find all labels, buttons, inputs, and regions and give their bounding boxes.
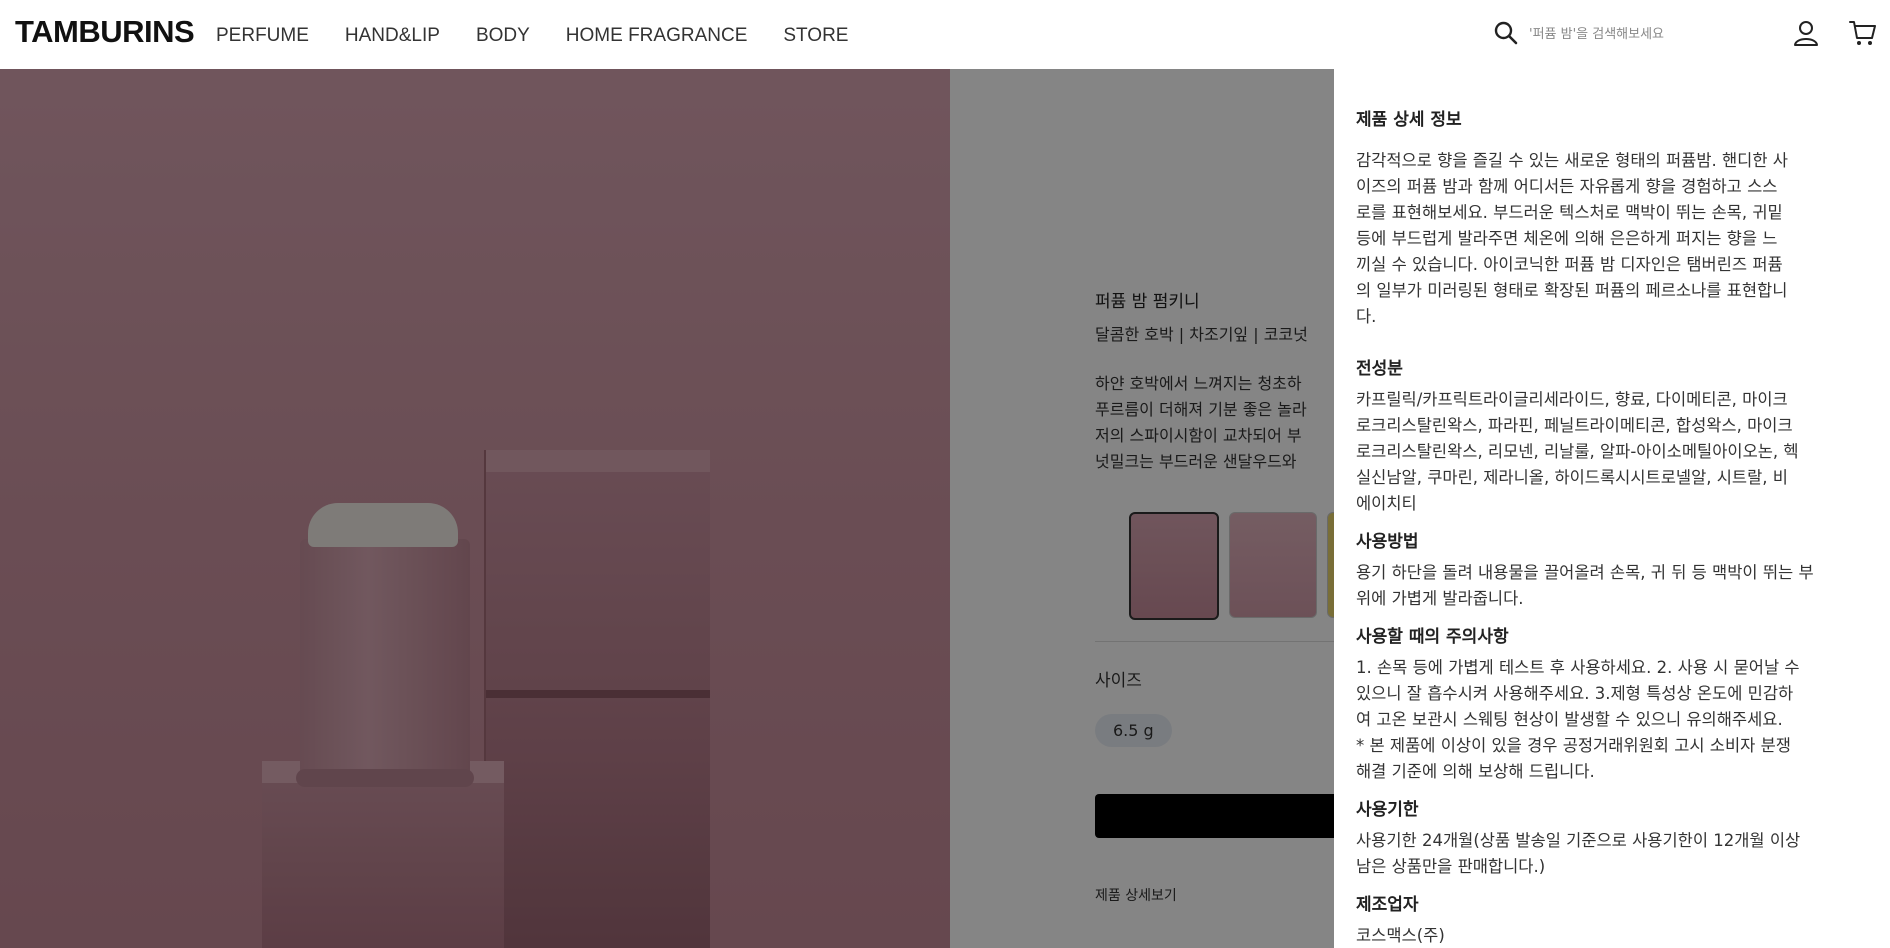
cautions-line: * 본 제품에 이상이 있을 경우 공정거래위원회 고시 소비자 분쟁 <box>1356 736 1791 755</box>
nav-item-perfume[interactable]: PERFUME <box>216 25 309 47</box>
details-line: 감각적으로 향을 즐길 수 있는 새로운 형태의 퍼퓸밤. 핸디한 사 <box>1356 151 1788 170</box>
ingredients-line: 로크리스탈린왁스, 파라핀, 페닐트라이메티콘, 합성왁스, 마이크 <box>1356 416 1793 435</box>
section-title-details: 제품 상세 정보 <box>1356 110 1462 130</box>
cart-icon[interactable] <box>1849 19 1877 47</box>
details-line: 의 일부가 미러링된 형태로 확장된 퍼퓸의 페르소나를 표현합니 <box>1356 281 1788 300</box>
cautions-line: 여 고온 보관시 스웨팅 현상이 발생할 수 있으니 유의해주세요. <box>1356 710 1783 729</box>
ingredients-line: 실신남알, 쿠마린, 제라니올, 하이드록시시트로넬알, 시트랄, 비 <box>1356 468 1788 487</box>
cautions-line: 있으니 잘 흡수시켜 사용해주세요. 3.제형 특성상 온도에 민감하 <box>1356 684 1794 703</box>
details-line: 등에 부드럽게 발라주면 체온에 의해 은은하게 퍼지는 향을 느 <box>1356 229 1778 248</box>
drawer-content: 제품 상세 정보 감각적으로 향을 즐길 수 있는 새로운 형태의 퍼퓸밤. 핸… <box>1356 105 1856 948</box>
expiry-line: 사용기한 24개월(상품 발송일 기준으로 사용기한이 12개월 이상 <box>1356 831 1801 850</box>
expiry-line: 남은 상품만을 판매합니다.) <box>1356 857 1546 876</box>
nav-item-home-fragrance[interactable]: HOME FRAGRANCE <box>566 25 748 47</box>
user-icon[interactable] <box>1793 19 1819 47</box>
search-input[interactable] <box>1527 20 1761 48</box>
nav-item-body[interactable]: BODY <box>476 25 530 47</box>
nav-item-store[interactable]: STORE <box>783 25 848 47</box>
usage-line: 위에 가볍게 발라줍니다. <box>1356 589 1524 608</box>
cautions-line: 해결 기준에 의해 보상해 드립니다. <box>1356 762 1595 781</box>
usage-line: 용기 하단을 돌려 내용물을 끌어올려 손목, 귀 뒤 등 맥박이 뛰는 부 <box>1356 563 1814 582</box>
details-line: 이즈의 퍼퓸 밤과 함께 어디서든 자유롭게 향을 경험하고 스스 <box>1356 177 1778 196</box>
details-line: 끼실 수 있습니다. 아이코닉한 퍼퓸 밤 디자인은 탬버린즈 퍼퓸 <box>1356 255 1783 274</box>
site-header: TAMBURINS PERFUME HAND&LIP BODY HOME FRA… <box>0 0 1890 69</box>
main-nav: PERFUME HAND&LIP BODY HOME FRAGRANCE STO… <box>216 25 848 47</box>
brand-logo[interactable]: TAMBURINS <box>15 14 195 50</box>
ingredients-line: 카프릴릭/카프릭트라이글리세라이드, 향료, 다이메티콘, 마이크 <box>1356 390 1788 409</box>
product-detail-drawer: 제품 상세 정보 감각적으로 향을 즐길 수 있는 새로운 형태의 퍼퓸밤. 핸… <box>1334 69 1890 948</box>
section-title-expiry: 사용기한 <box>1356 800 1419 820</box>
details-line: 로를 표현해보세요. 부드러운 텍스처로 맥박이 뛰는 손목, 귀밑 <box>1356 203 1783 222</box>
nav-item-hand-lip[interactable]: HAND&LIP <box>345 25 440 47</box>
details-line: 다. <box>1356 307 1377 326</box>
section-title-manufacturer: 제조업자 <box>1356 895 1419 915</box>
ingredients-line: 에이치티 <box>1356 494 1417 513</box>
search-icon[interactable] <box>1493 20 1519 46</box>
section-title-cautions: 사용할 때의 주의사항 <box>1356 627 1509 647</box>
section-title-ingredients: 전성분 <box>1356 359 1403 379</box>
manufacturer-line: 코스맥스(주) <box>1356 926 1445 945</box>
section-title-usage: 사용방법 <box>1356 532 1419 552</box>
ingredients-line: 로크리스탈린왁스, 리모넨, 리날룰, 알파-아이소메틸아이오논, 헥 <box>1356 442 1799 461</box>
cautions-line: 1. 손목 등에 가볍게 테스트 후 사용하세요. 2. 사용 시 묻어날 수 <box>1356 658 1800 677</box>
